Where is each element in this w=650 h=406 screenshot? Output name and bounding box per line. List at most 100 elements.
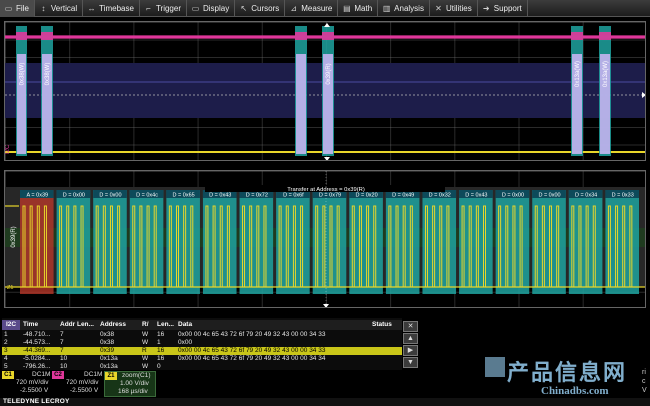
table-row[interactable]: 1 -48.710... 7 0x38 W 16 0x00 00 4c 65 43 72 6…: [2, 331, 402, 339]
packet-burst[interactable]: 0x13a(W): [571, 26, 583, 156]
decode-cell-label: D = 0x34: [575, 193, 597, 199]
table-row[interactable]: 5 -796.26... 10 0x13a W 0: [2, 363, 402, 371]
header-addr-len: Addr Len...: [60, 321, 94, 328]
packet-c2-burst: [295, 32, 307, 40]
menu-support-button[interactable]: ➜ Support: [478, 0, 528, 17]
menu-label: Trigger: [155, 4, 181, 13]
packet-c2-burst: [322, 32, 334, 40]
scroll-up-icon[interactable]: ▲: [403, 333, 418, 344]
brand-logo: TELEDYNE LECROY: [3, 398, 70, 405]
table-cell-addr: 0x38: [100, 331, 115, 338]
decode-cell[interactable]: D = 0x00: [495, 190, 530, 294]
decode-cell-label: D = 0x00: [63, 193, 85, 199]
zoom-packet-label: 0x39(R): [11, 226, 17, 247]
main-waveform-svg: 0x38(W) 0x38(W) 0x39(R) 0x13a(W) 0x13a(W) I2C: [5, 23, 645, 160]
menu-timebase-button[interactable]: ↔ Timebase: [83, 0, 140, 17]
decode-cell-label: D = 0x20: [356, 193, 378, 199]
zoom-trigger-icon: [323, 304, 329, 307]
packet-label: 0x38(W): [45, 63, 51, 86]
c1-offset: -2.5500 V: [20, 387, 49, 394]
packet-burst[interactable]: 0x13a(W): [599, 26, 611, 156]
table-row[interactable]: 2 -44.573... 7 0x38 W 1 0x00: [2, 339, 402, 347]
trigger-position-bottom-icon: [324, 157, 330, 160]
decode-cell[interactable]: D = 0x4c: [129, 190, 164, 294]
decode-cell[interactable]: D = 0x33: [605, 190, 639, 294]
table-cell-data: 0x00 00 4c 65 43 72 6f 79 20 49 32 43 00…: [178, 331, 326, 338]
menu-cursors-button[interactable]: ↖ Cursors: [235, 0, 286, 17]
menu-label: Measure: [301, 4, 333, 13]
decode-cell[interactable]: D = 0x65: [166, 190, 200, 294]
table-cell-time: -48.710...: [23, 331, 51, 338]
c1-descriptor[interactable]: C1 DC1M 720 mV/div -2.5500 V: [2, 371, 50, 397]
zoom-trace-tag: Z1: [7, 285, 13, 291]
menu-utilities-button[interactable]: ✕ Utilities: [430, 0, 478, 17]
decode-cell[interactable]: D = 0x72: [239, 190, 274, 294]
c2-descriptor[interactable]: C2 DC1M 720 mV/div -2.5500 V: [52, 371, 102, 397]
table-row[interactable]: 4 -5.0284... 10 0x13a W 16 0x00 00 4c 65 43 72…: [2, 355, 402, 363]
packet-label: 0x13a(W): [575, 61, 581, 87]
table-row[interactable]: 3 -44.369... 7 0x39 R 16 0x00 00 4c 65 43 72 6…: [2, 347, 402, 355]
scroll-right-icon[interactable]: ▶: [403, 345, 418, 356]
header-status: Status: [372, 321, 392, 328]
z1-vdiv: 1.00 V/div: [120, 380, 149, 387]
menu-analysis-button[interactable]: ▥ Analysis: [378, 0, 430, 17]
decode-cell-label: D = 0x33: [612, 193, 634, 199]
table-cell-al: 10: [60, 363, 68, 370]
main-waveform-grid[interactable]: 0x38(W) 0x38(W) 0x39(R) 0x13a(W) 0x13a(W) I2C: [4, 21, 646, 161]
c2-offset: -2.5500 V: [70, 387, 99, 394]
display-icon: ▭: [191, 4, 200, 13]
menu-measure-button[interactable]: ⊿ Measure: [285, 0, 339, 17]
packet-decode-bar: [296, 54, 306, 154]
table-cell-rw: W: [142, 331, 149, 338]
decode-cell[interactable]: D = 0x43: [202, 190, 237, 294]
scroll-down-icon[interactable]: ▼: [403, 357, 418, 368]
decode-cell[interactable]: D = 0x6f: [276, 190, 310, 294]
menu-label: Math: [354, 4, 373, 13]
c2-vdiv: 720 mV/div: [66, 379, 99, 386]
i2c-decode-table: I2C Time Addr Len... Address R/ Len... D…: [2, 318, 402, 370]
z1-tdiv: 168 µs/div: [118, 388, 148, 395]
decode-cell[interactable]: D = 0x00: [56, 190, 91, 294]
decode-cell[interactable]: D = 0x43: [459, 190, 493, 294]
decode-cell[interactable]: D = 0x00: [532, 190, 566, 294]
decode-cell[interactable]: D = 0x20: [349, 190, 383, 294]
decode-cell-label: D = 0x00: [99, 193, 121, 199]
table-cell-idx: 3: [4, 347, 8, 354]
zoom-waveform-grid[interactable]: A = 0x39 D = 0x00 D = 0x00 D = 0x4c D = 0x65…: [4, 170, 646, 308]
packet-c2-burst: [41, 32, 53, 40]
table-cell-rw: R: [142, 347, 147, 354]
table-cell-rw: W: [142, 339, 149, 346]
i2c-table-tag: I2C: [2, 320, 20, 330]
header-rw: R/: [142, 321, 149, 328]
menu-display-button[interactable]: ▭ Display: [187, 0, 236, 17]
packet-burst[interactable]: 0x38(W): [41, 26, 53, 156]
menu-trigger-button[interactable]: ⌐ Trigger: [140, 0, 187, 17]
table-cell-time: -44.573...: [23, 339, 51, 346]
decode-cell[interactable]: D = 0x34: [568, 190, 603, 294]
menu-vertical-button[interactable]: ↕ Vertical: [35, 0, 84, 17]
table-cell-data: 0x00 00 4c 65 43 72 6f 79 20 49 32 43 00…: [178, 347, 326, 354]
decode-cell[interactable]: D = 0x00: [93, 190, 127, 294]
close-icon[interactable]: ✕: [403, 321, 418, 332]
header-address: Address: [100, 321, 127, 328]
table-cell-addr: 0x38: [100, 339, 115, 346]
packet-c2-burst: [16, 32, 27, 40]
decode-cell[interactable]: A = 0x39: [20, 190, 54, 294]
menu-math-button[interactable]: ▤ Math: [338, 0, 379, 17]
menu-label: Utilities: [445, 4, 472, 13]
decode-cell[interactable]: D = 0x32: [422, 190, 457, 294]
packet-burst[interactable]: [295, 26, 307, 156]
menu-file-button[interactable]: ▭ File: [0, 0, 35, 17]
decode-cell-label: D = 0x79: [319, 193, 341, 199]
table-cell-len: 0: [157, 363, 161, 370]
decode-cell[interactable]: D = 0x79: [312, 190, 347, 294]
packet-burst[interactable]: 0x39(R): [322, 26, 334, 156]
packet-label: 0x39(R): [326, 63, 332, 84]
z1-descriptor[interactable]: Z1 zoom(C1) 1.00 V/div 168 µs/div: [104, 371, 156, 397]
c1-tag: C1: [2, 371, 14, 379]
decode-cell[interactable]: D = 0x49: [385, 190, 420, 294]
table-cell-al: 7: [60, 339, 64, 346]
table-cell-len: 16: [157, 347, 165, 354]
math-icon: ▤: [343, 4, 351, 13]
packet-burst[interactable]: 0x38(W): [16, 26, 27, 156]
